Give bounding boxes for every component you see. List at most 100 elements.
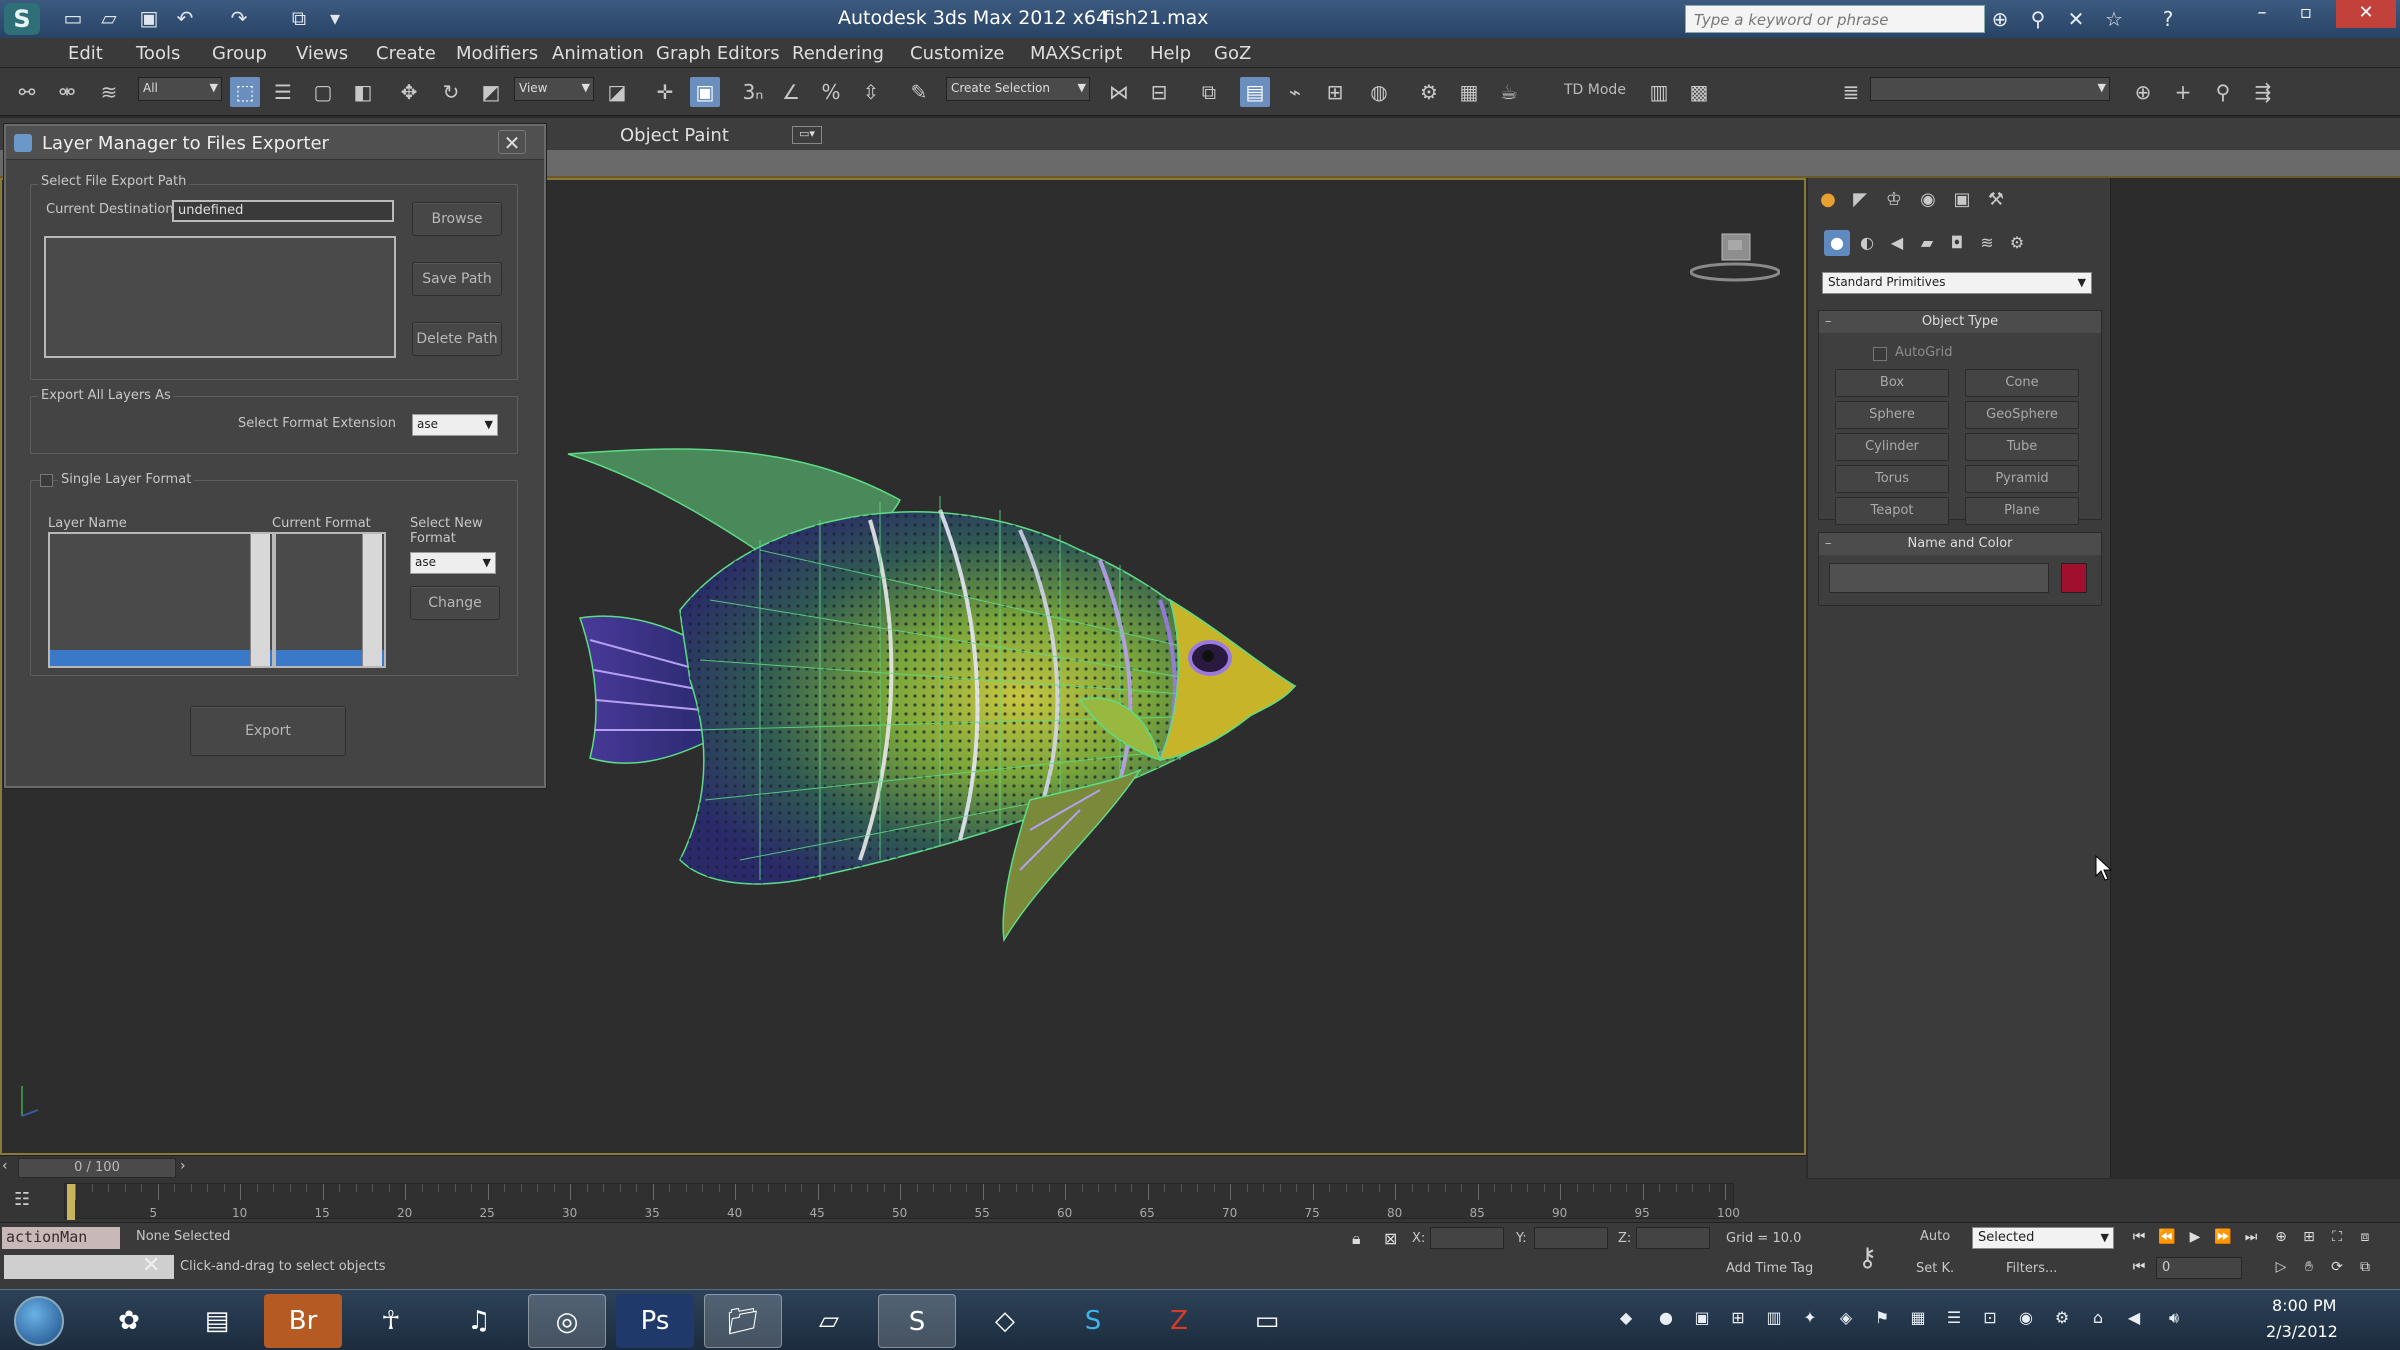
add-to-layer-icon[interactable]: + <box>2168 77 2198 107</box>
maximize-viewport-icon[interactable]: ⧉ <box>2352 1259 2378 1281</box>
render-teapot-icon[interactable]: ☕ <box>1494 77 1524 107</box>
object-type-title[interactable]: Object Type <box>1819 311 2101 333</box>
autogrid-checkbox[interactable] <box>1873 347 1887 361</box>
render-setup-icon[interactable]: ⚙ <box>1414 77 1444 107</box>
help-icon[interactable]: ? <box>2154 6 2182 32</box>
add-time-tag-button[interactable]: Add Time Tag <box>1726 1261 1813 1276</box>
project-folder-icon[interactable]: ⧉ <box>286 6 312 30</box>
tube-button[interactable]: Tube <box>1965 433 2079 461</box>
edit-named-selections-icon[interactable]: ✎ <box>904 77 934 107</box>
z-coordinate-field[interactable] <box>1636 1227 1710 1249</box>
hierarchy-tab-icon[interactable]: ♔ <box>1880 186 1908 214</box>
tray-app-icon-2[interactable]: ● <box>1654 1308 1678 1332</box>
object-color-swatch[interactable] <box>2061 563 2087 593</box>
tray-app-icon-4[interactable]: ⊞ <box>1726 1308 1750 1332</box>
delete-path-button[interactable]: Delete Path <box>412 322 502 356</box>
volume-icon[interactable]: 🔊︎ <box>2162 1308 2186 1332</box>
tray-app-icon-9[interactable]: ☰ <box>1942 1308 1966 1332</box>
zoom-extents-all-icon[interactable]: ⧈ <box>2352 1229 2378 1251</box>
select-by-name-icon[interactable]: ☰ <box>268 77 298 107</box>
selection-lock-icon[interactable]: 🔒︎ <box>1352 1229 1361 1249</box>
3dsmax-icon[interactable]: S <box>878 1294 956 1348</box>
change-button[interactable]: Change <box>410 586 500 620</box>
filezilla-icon[interactable]: Z <box>1140 1294 1218 1348</box>
systems-icon[interactable]: ⚙ <box>2004 230 2030 256</box>
fish-3d-model[interactable] <box>560 440 1320 960</box>
layer-dropdown[interactable] <box>1870 77 2110 101</box>
cameras-icon[interactable]: ▰ <box>1914 230 1940 256</box>
mirror-icon[interactable]: ⋈ <box>1104 77 1134 107</box>
menu-goz[interactable]: GoZ <box>1214 43 1251 64</box>
rotate-icon[interactable]: ↻ <box>436 77 466 107</box>
browse-button[interactable]: Browse <box>412 202 502 236</box>
format-extension-dropdown[interactable]: ase <box>412 414 498 436</box>
layers-icon[interactable]: ≣ <box>1836 77 1866 107</box>
menu-maxscript[interactable]: MAXScript <box>1030 43 1122 64</box>
menu-views[interactable]: Views <box>296 43 348 64</box>
cylinder-button[interactable]: Cylinder <box>1835 433 1949 461</box>
absolute-mode-icon[interactable]: ⊠ <box>1384 1229 1397 1248</box>
field-of-view-icon[interactable]: ▷ <box>2268 1259 2294 1281</box>
create-layer-icon[interactable]: ⊕ <box>2128 77 2158 107</box>
dialog-title-bar[interactable]: Layer Manager to Files Exporter ✕ <box>6 126 544 160</box>
media-icon[interactable]: ▤ <box>178 1294 256 1348</box>
zbrush-icon[interactable]: ☥ <box>352 1294 430 1348</box>
set-key-icon[interactable]: ⚷ <box>1858 1243 1877 1273</box>
zoom-icon[interactable]: ⊕ <box>2268 1229 2294 1251</box>
list-item[interactable] <box>50 630 272 646</box>
lights-icon[interactable]: ◀ <box>1884 230 1910 256</box>
window-crossing-icon[interactable]: ◧ <box>348 77 378 107</box>
binoculars-icon[interactable]: ⊕ <box>1986 6 2014 32</box>
move-icon[interactable]: ✥ <box>394 77 424 107</box>
align-icon[interactable]: ⊟ <box>1144 77 1174 107</box>
redo-icon[interactable]: ↷ <box>226 6 252 30</box>
tray-app-icon-12[interactable]: ⚙ <box>2050 1308 2074 1332</box>
folder-icon[interactable]: 📁︎ <box>704 1294 782 1348</box>
viewcube-icon[interactable] <box>1690 228 1780 284</box>
track-bar-menu-icon[interactable]: ☷ <box>14 1189 30 1210</box>
curve-editor-icon[interactable]: ⌁ <box>1280 77 1310 107</box>
material-editor-icon[interactable]: ◍ <box>1364 77 1394 107</box>
orbit-icon[interactable]: ⟳ <box>2324 1259 2350 1281</box>
time-prev-icon[interactable]: ‹ <box>2 1158 8 1174</box>
undo-icon[interactable]: ↶ <box>172 6 198 30</box>
cone-button[interactable]: Cone <box>1965 369 2079 397</box>
format-list-scrollbar[interactable] <box>362 534 382 666</box>
dialog-close-icon[interactable]: ✕ <box>498 130 526 155</box>
rect-selection-icon[interactable]: ▢ <box>308 77 338 107</box>
named-selection-dropdown[interactable]: Create Selection <box>946 77 1090 101</box>
torus-button[interactable]: Torus <box>1835 465 1949 493</box>
reference-coord-dropdown[interactable]: View <box>514 77 594 101</box>
menu-animation[interactable]: Animation <box>552 43 644 64</box>
create-tab-icon[interactable]: ● <box>1814 186 1842 214</box>
zoom-all-icon[interactable]: ⊞ <box>2296 1229 2322 1251</box>
previous-frame-icon[interactable]: ⏪ <box>2154 1229 2180 1251</box>
go-to-end-icon[interactable]: ⏭ <box>2238 1229 2264 1251</box>
subscription-icon[interactable]: ⚲ <box>2024 6 2052 32</box>
notepad-icon[interactable]: ▱ <box>790 1294 868 1348</box>
track-frame-cursor[interactable] <box>67 1184 75 1220</box>
tray-app-icon-14[interactable]: ◀ <box>2122 1308 2146 1332</box>
spacewarps-icon[interactable]: ≋ <box>1974 230 2000 256</box>
td-book-icon[interactable]: ▥ <box>1644 77 1674 107</box>
layer-name-list[interactable] <box>48 532 274 668</box>
tray-app-icon-10[interactable]: ⊡ <box>1978 1308 2002 1332</box>
play-icon[interactable]: ▶ <box>2182 1229 2208 1251</box>
plane-button[interactable]: Plane <box>1965 497 2079 525</box>
menu-customize[interactable]: Customize <box>910 43 1004 64</box>
list-item[interactable] <box>50 550 272 566</box>
tray-app-icon-11[interactable]: ◉ <box>2014 1308 2038 1332</box>
menu-graph-editors[interactable]: Graph Editors <box>656 43 780 64</box>
time-next-icon[interactable]: › <box>180 1158 186 1174</box>
set-key-button[interactable]: Set K. <box>1916 1261 1954 1276</box>
chrome-icon[interactable]: ◎ <box>528 1294 606 1348</box>
single-layer-checkbox[interactable] <box>40 474 53 487</box>
clock-time[interactable]: 8:00 PM <box>2272 1296 2336 1315</box>
tray-flag-icon[interactable]: ⚑ <box>1870 1308 1894 1332</box>
search-input[interactable]: Type a keyword or phrase <box>1685 5 1985 33</box>
list-item[interactable] <box>50 534 272 550</box>
teapot-button[interactable]: Teapot <box>1835 497 1949 525</box>
export-button[interactable]: Export <box>190 706 346 756</box>
zoom-extents-icon[interactable]: ⛶ <box>2324 1229 2350 1251</box>
quick-access-dropdown-icon[interactable]: ▾ <box>322 6 348 30</box>
